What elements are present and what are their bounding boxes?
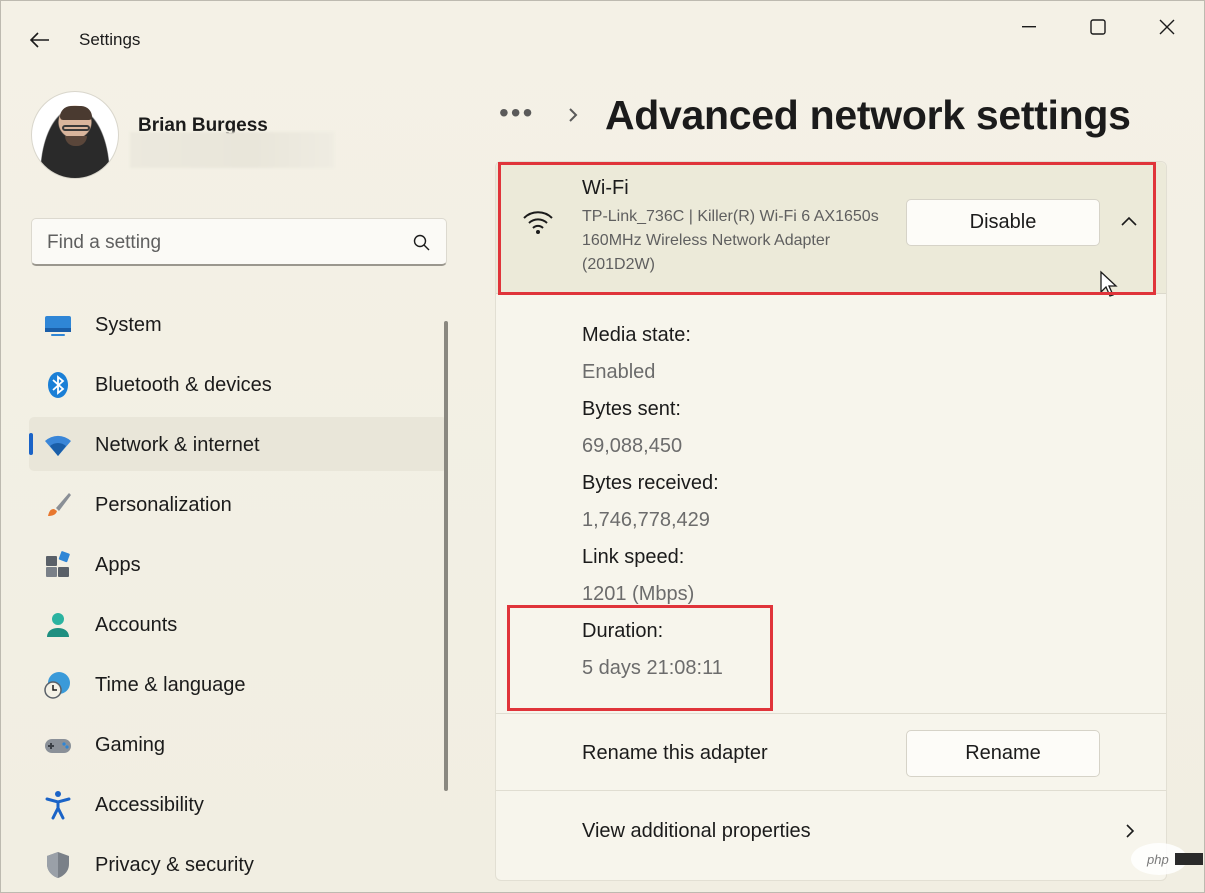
minimize-button[interactable] — [1006, 9, 1052, 45]
bytes-sent-value: 69,088,450 — [582, 435, 683, 457]
svg-text:php: php — [1146, 852, 1169, 867]
breadcrumb-overflow-button[interactable]: ••• — [499, 97, 534, 129]
rename-button[interactable]: Rename — [906, 730, 1100, 777]
clock-globe-icon — [44, 672, 70, 699]
media-state-label: Media state: — [582, 324, 691, 346]
search-input[interactable] — [47, 231, 387, 255]
brush-icon — [48, 493, 71, 516]
search-icon[interactable] — [412, 233, 432, 253]
maximize-icon — [1090, 19, 1106, 35]
system-icon — [45, 316, 71, 336]
link-speed-value: 1201 (Mbps) — [582, 583, 695, 605]
sidebar-nav: System Bluetooth & devices Network & int… — [29, 297, 447, 893]
avatar-beard — [65, 136, 87, 146]
view-additional-properties-row[interactable]: View additional properties — [496, 790, 1166, 870]
page-title: Advanced network settings — [605, 92, 1131, 138]
chevron-right-icon — [569, 108, 578, 122]
divider — [496, 713, 1166, 714]
duration-label: Duration: — [582, 620, 664, 642]
sidebar-item-label: Apps — [95, 554, 141, 576]
wifi-signal-icon — [523, 211, 553, 234]
minimize-icon — [1022, 26, 1036, 28]
sidebar-item-label: Personalization — [95, 494, 232, 516]
bluetooth-icon — [48, 372, 68, 398]
apps-icon — [46, 551, 70, 577]
media-state-value: Enabled — [582, 361, 656, 383]
settings-window: Settings Brian Burgess Find a setting Sy… — [0, 0, 1205, 893]
sidebar-item-system[interactable]: System — [29, 297, 447, 351]
sidebar-item-apps[interactable]: Apps — [29, 537, 447, 591]
rename-adapter-label: Rename this adapter — [582, 742, 768, 764]
sidebar-item-label: Privacy & security — [95, 854, 254, 876]
sidebar-item-personalization[interactable]: Personalization — [29, 477, 447, 531]
chevron-up-icon[interactable] — [1120, 215, 1138, 227]
maximize-button[interactable] — [1075, 9, 1121, 45]
bytes-received-value: 1,746,778,429 — [582, 509, 710, 531]
back-button[interactable] — [23, 23, 57, 57]
search-box[interactable] — [31, 218, 447, 266]
active-indicator — [29, 433, 33, 455]
chevron-right-icon — [1126, 824, 1135, 838]
avatar-glasses — [62, 125, 90, 131]
back-arrow-icon — [30, 32, 49, 48]
sidebar-item-label: Time & language — [95, 674, 246, 696]
close-button[interactable] — [1144, 9, 1190, 45]
bytes-sent-label: Bytes sent: — [582, 398, 681, 420]
wifi-icon — [45, 435, 71, 456]
close-icon — [1159, 19, 1175, 35]
sidebar-item-label: Accounts — [95, 614, 178, 636]
link-speed-label: Link speed: — [582, 546, 685, 568]
app-title: Settings — [79, 30, 141, 49]
sidebar-item-label: Gaming — [95, 734, 166, 756]
sidebar-scrollbar[interactable] — [444, 321, 448, 791]
sidebar-item-time-language[interactable]: Time & language — [29, 657, 447, 711]
mouse-cursor-icon — [1100, 270, 1118, 297]
sidebar-item-network[interactable]: Network & internet — [29, 417, 447, 471]
sidebar-item-privacy[interactable]: Privacy & security — [29, 837, 447, 891]
adapter-header[interactable]: Wi-Fi TP-Link_736C | Killer(R) Wi-Fi 6 A… — [496, 162, 1166, 297]
sidebar-item-accessibility[interactable]: Accessibility — [29, 777, 447, 831]
disable-button[interactable]: Disable — [906, 199, 1100, 246]
accessibility-icon — [45, 791, 71, 820]
bytes-received-label: Bytes received: — [582, 472, 719, 494]
adapter-description: TP-Link_736C | Killer(R) Wi-Fi 6 AX1650s… — [582, 208, 879, 273]
duration-value: 5 days 21:08:11 — [582, 657, 723, 679]
avatar[interactable] — [31, 91, 119, 179]
adapter-properties: Media state: Enabled Bytes sent: 69,088,… — [582, 322, 723, 692]
adapter-card: Wi-Fi TP-Link_736C | Killer(R) Wi-Fi 6 A… — [495, 161, 1167, 881]
php-watermark-logo: php — [1131, 843, 1203, 875]
person-icon — [47, 613, 69, 637]
shield-icon — [47, 852, 69, 878]
sidebar-item-label: Bluetooth & devices — [95, 374, 272, 396]
sidebar-item-accounts[interactable]: Accounts — [29, 597, 447, 651]
sidebar-item-label: System — [95, 314, 162, 336]
adapter-name: Wi-Fi — [582, 177, 629, 199]
sidebar-item-label: Network & internet — [95, 434, 260, 456]
redacted-email — [130, 132, 334, 168]
avatar-hair — [60, 106, 92, 120]
sidebar-item-gaming[interactable]: Gaming — [29, 717, 447, 771]
gamepad-icon — [45, 739, 71, 753]
sidebar-item-label: Accessibility — [95, 794, 204, 816]
view-additional-properties-label: View additional properties — [582, 820, 811, 842]
sidebar-item-bluetooth[interactable]: Bluetooth & devices — [29, 357, 447, 411]
title-bar: Settings — [1, 1, 1204, 79]
